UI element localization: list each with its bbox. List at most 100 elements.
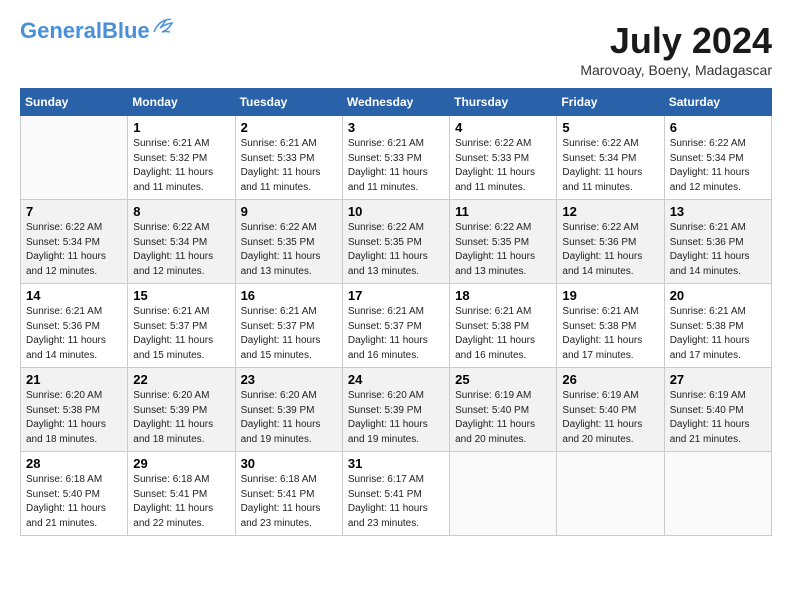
- calendar-cell: 5 Sunrise: 6:22 AMSunset: 5:34 PMDaylight…: [557, 116, 664, 200]
- calendar-cell: [664, 452, 771, 536]
- location-subtitle: Marovoay, Boeny, Madagascar: [580, 62, 772, 78]
- day-info: Sunrise: 6:21 AMSunset: 5:37 PMDaylight:…: [133, 305, 229, 363]
- calendar-cell: 22Sunrise: 6:20 AMSunset: 5:39 PMDayligh…: [128, 368, 235, 452]
- day-info: Sunrise: 6:21 AMSunset: 5:38 PMDaylight:…: [455, 305, 551, 363]
- day-info: Sunrise: 6:21 AMSunset: 5:38 PMDaylight:…: [562, 305, 658, 363]
- day-info: Sunrise: 6:22 AMSunset: 5:33 PMDaylight:…: [455, 137, 551, 195]
- day-number: 27: [670, 372, 766, 387]
- day-info: Sunrise: 6:17 AMSunset: 5:41 PMDaylight:…: [348, 473, 444, 531]
- day-info: Sunrise: 6:22 AMSunset: 5:36 PMDaylight:…: [562, 221, 658, 279]
- calendar-week-3: 14 Sunrise: 6:21 AMSunset: 5:36 PMDayligh…: [21, 284, 772, 368]
- calendar-cell: 19 Sunrise: 6:21 AMSunset: 5:38 PMDayligh…: [557, 284, 664, 368]
- day-info: Sunrise: 6:22 AMSunset: 5:34 PMDaylight:…: [670, 137, 766, 195]
- day-number: 21: [26, 372, 122, 387]
- bird-icon: [152, 18, 174, 36]
- calendar-cell: 10 Sunrise: 6:22 AMSunset: 5:35 PMDayligh…: [342, 200, 449, 284]
- day-info: Sunrise: 6:20 AMSunset: 5:39 PMDaylight:…: [241, 389, 337, 447]
- day-number: 31: [348, 456, 444, 471]
- day-number: 16: [241, 288, 337, 303]
- calendar-cell: 23 Sunrise: 6:20 AMSunset: 5:39 PMDayligh…: [235, 368, 342, 452]
- day-number: 7: [26, 204, 122, 219]
- day-number: 14: [26, 288, 122, 303]
- title-block: July 2024 Marovoay, Boeny, Madagascar: [580, 20, 772, 78]
- calendar-cell: 18 Sunrise: 6:21 AMSunset: 5:38 PMDayligh…: [450, 284, 557, 368]
- day-info: Sunrise: 6:20 AMSunset: 5:38 PMDaylight:…: [26, 389, 122, 447]
- day-number: 29: [133, 456, 229, 471]
- month-year-title: July 2024: [580, 20, 772, 62]
- calendar-cell: 2Sunrise: 6:21 AMSunset: 5:33 PMDaylight…: [235, 116, 342, 200]
- day-number: 18: [455, 288, 551, 303]
- weekday-header-tuesday: Tuesday: [235, 89, 342, 116]
- day-info: Sunrise: 6:21 AMSunset: 5:38 PMDaylight:…: [670, 305, 766, 363]
- day-info: Sunrise: 6:21 AMSunset: 5:33 PMDaylight:…: [348, 137, 444, 195]
- day-info: Sunrise: 6:18 AMSunset: 5:41 PMDaylight:…: [241, 473, 337, 531]
- weekday-header-saturday: Saturday: [664, 89, 771, 116]
- day-info: Sunrise: 6:19 AMSunset: 5:40 PMDaylight:…: [562, 389, 658, 447]
- calendar-cell: [557, 452, 664, 536]
- day-number: 22: [133, 372, 229, 387]
- calendar-cell: 28 Sunrise: 6:18 AMSunset: 5:40 PMDayligh…: [21, 452, 128, 536]
- logo-text: GeneralBlue: [20, 20, 150, 42]
- day-number: 19: [562, 288, 658, 303]
- day-info: Sunrise: 6:21 AMSunset: 5:32 PMDaylight:…: [133, 137, 229, 195]
- day-info: Sunrise: 6:22 AMSunset: 5:34 PMDaylight:…: [133, 221, 229, 279]
- calendar-cell: 8Sunrise: 6:22 AMSunset: 5:34 PMDaylight…: [128, 200, 235, 284]
- day-info: Sunrise: 6:18 AMSunset: 5:40 PMDaylight:…: [26, 473, 122, 531]
- day-number: 3: [348, 120, 444, 135]
- calendar-cell: 11Sunrise: 6:22 AMSunset: 5:35 PMDayligh…: [450, 200, 557, 284]
- logo: GeneralBlue: [20, 20, 174, 42]
- calendar-cell: 4 Sunrise: 6:22 AMSunset: 5:33 PMDaylight…: [450, 116, 557, 200]
- weekday-header-monday: Monday: [128, 89, 235, 116]
- day-number: 24: [348, 372, 444, 387]
- day-number: 23: [241, 372, 337, 387]
- calendar-week-1: 1 Sunrise: 6:21 AMSunset: 5:32 PMDaylight…: [21, 116, 772, 200]
- calendar-cell: 14 Sunrise: 6:21 AMSunset: 5:36 PMDayligh…: [21, 284, 128, 368]
- day-number: 13: [670, 204, 766, 219]
- calendar-cell: 21 Sunrise: 6:20 AMSunset: 5:38 PMDayligh…: [21, 368, 128, 452]
- calendar-table: SundayMondayTuesdayWednesdayThursdayFrid…: [20, 88, 772, 536]
- calendar-cell: [21, 116, 128, 200]
- weekday-header-sunday: Sunday: [21, 89, 128, 116]
- calendar-week-5: 28 Sunrise: 6:18 AMSunset: 5:40 PMDayligh…: [21, 452, 772, 536]
- day-number: 28: [26, 456, 122, 471]
- day-info: Sunrise: 6:21 AMSunset: 5:37 PMDaylight:…: [241, 305, 337, 363]
- day-info: Sunrise: 6:21 AMSunset: 5:36 PMDaylight:…: [670, 221, 766, 279]
- day-number: 15: [133, 288, 229, 303]
- day-info: Sunrise: 6:22 AMSunset: 5:34 PMDaylight:…: [562, 137, 658, 195]
- calendar-cell: 31 Sunrise: 6:17 AMSunset: 5:41 PMDayligh…: [342, 452, 449, 536]
- calendar-cell: 27 Sunrise: 6:19 AMSunset: 5:40 PMDayligh…: [664, 368, 771, 452]
- day-info: Sunrise: 6:21 AMSunset: 5:33 PMDaylight:…: [241, 137, 337, 195]
- day-number: 20: [670, 288, 766, 303]
- calendar-cell: 25Sunrise: 6:19 AMSunset: 5:40 PMDayligh…: [450, 368, 557, 452]
- calendar-cell: 12 Sunrise: 6:22 AMSunset: 5:36 PMDayligh…: [557, 200, 664, 284]
- day-info: Sunrise: 6:22 AMSunset: 5:35 PMDaylight:…: [348, 221, 444, 279]
- calendar-cell: 6 Sunrise: 6:22 AMSunset: 5:34 PMDaylight…: [664, 116, 771, 200]
- calendar-cell: 7 Sunrise: 6:22 AMSunset: 5:34 PMDaylight…: [21, 200, 128, 284]
- day-number: 9: [241, 204, 337, 219]
- day-info: Sunrise: 6:19 AMSunset: 5:40 PMDaylight:…: [670, 389, 766, 447]
- weekday-header-wednesday: Wednesday: [342, 89, 449, 116]
- calendar-cell: 24 Sunrise: 6:20 AMSunset: 5:39 PMDayligh…: [342, 368, 449, 452]
- day-info: Sunrise: 6:20 AMSunset: 5:39 PMDaylight:…: [348, 389, 444, 447]
- day-number: 12: [562, 204, 658, 219]
- calendar-cell: [450, 452, 557, 536]
- calendar-cell: 13 Sunrise: 6:21 AMSunset: 5:36 PMDayligh…: [664, 200, 771, 284]
- day-info: Sunrise: 6:22 AMSunset: 5:34 PMDaylight:…: [26, 221, 122, 279]
- calendar-cell: 29Sunrise: 6:18 AMSunset: 5:41 PMDayligh…: [128, 452, 235, 536]
- calendar-cell: 9 Sunrise: 6:22 AMSunset: 5:35 PMDaylight…: [235, 200, 342, 284]
- day-number: 6: [670, 120, 766, 135]
- day-number: 10: [348, 204, 444, 219]
- calendar-cell: 3 Sunrise: 6:21 AMSunset: 5:33 PMDaylight…: [342, 116, 449, 200]
- day-number: 1: [133, 120, 229, 135]
- calendar-cell: 30Sunrise: 6:18 AMSunset: 5:41 PMDayligh…: [235, 452, 342, 536]
- day-info: Sunrise: 6:21 AMSunset: 5:36 PMDaylight:…: [26, 305, 122, 363]
- calendar-cell: 20 Sunrise: 6:21 AMSunset: 5:38 PMDayligh…: [664, 284, 771, 368]
- weekday-header-thursday: Thursday: [450, 89, 557, 116]
- day-info: Sunrise: 6:22 AMSunset: 5:35 PMDaylight:…: [241, 221, 337, 279]
- day-number: 4: [455, 120, 551, 135]
- day-info: Sunrise: 6:19 AMSunset: 5:40 PMDaylight:…: [455, 389, 551, 447]
- weekday-header-friday: Friday: [557, 89, 664, 116]
- day-number: 26: [562, 372, 658, 387]
- day-number: 5: [562, 120, 658, 135]
- calendar-cell: 15 Sunrise: 6:21 AMSunset: 5:37 PMDayligh…: [128, 284, 235, 368]
